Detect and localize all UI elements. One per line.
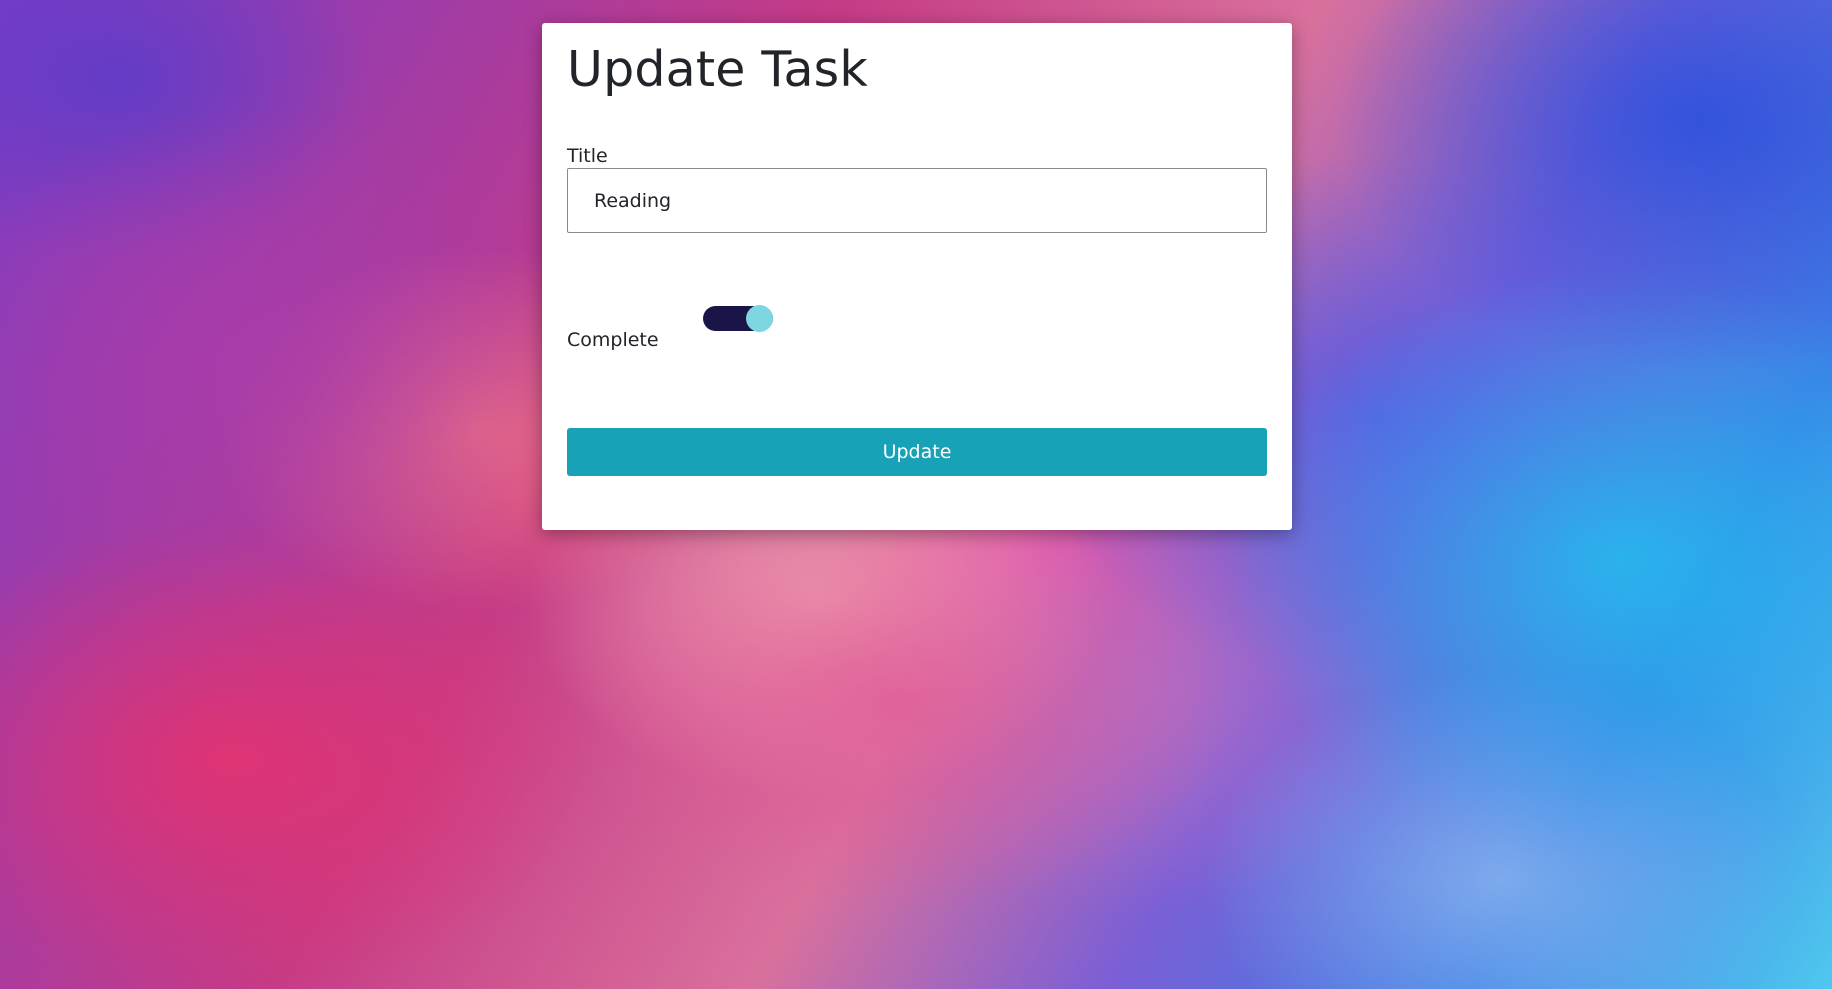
complete-label: Complete [567,329,659,351]
title-input[interactable] [567,168,1267,233]
toggle-knob [746,305,773,332]
page-title: Update Task [567,41,868,98]
title-label: Title [567,145,608,167]
update-task-card: Update Task Title Complete Update [542,23,1292,530]
update-button[interactable]: Update [567,428,1267,476]
complete-toggle[interactable] [703,305,773,332]
